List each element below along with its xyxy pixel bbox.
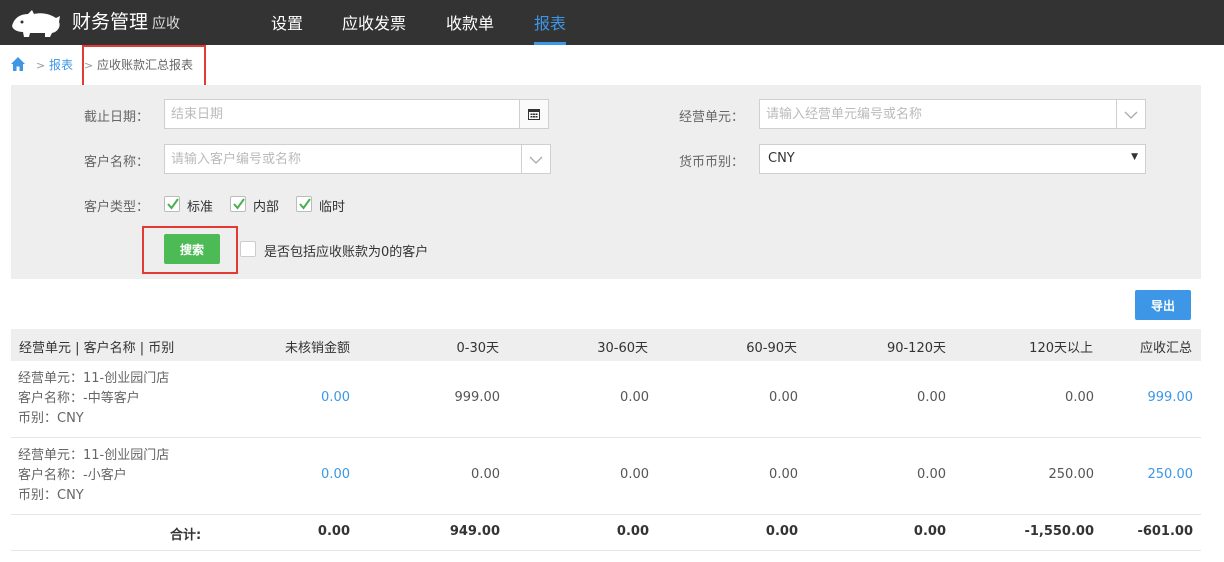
checkmark-icon bbox=[233, 198, 245, 210]
col-header-unit-customer-currency: 经营单元 | 客户名称 | 币别 bbox=[19, 341, 175, 356]
business-unit-input[interactable] bbox=[760, 100, 1116, 128]
business-unit-dropdown-toggle[interactable] bbox=[1116, 100, 1145, 128]
type-standard-label: 标准 bbox=[187, 200, 214, 215]
row-currency: 币别：CNY bbox=[18, 488, 84, 503]
total-over-120: -1,550.00 bbox=[1024, 524, 1094, 539]
business-unit-field bbox=[759, 99, 1146, 129]
row-customer: 客户名称：-小客户 bbox=[18, 468, 127, 483]
breadcrumb: > 报表 bbox=[36, 56, 73, 74]
row-currency: 币别：CNY bbox=[18, 411, 84, 426]
row-over-120-value: 250.00 bbox=[1048, 467, 1095, 482]
row-total-link[interactable]: 999.00 bbox=[1148, 390, 1194, 405]
breadcrumb-separator: > bbox=[36, 59, 46, 72]
nav-receipt[interactable]: 收款单 bbox=[446, 0, 494, 45]
col-header-receivable-total: 应收汇总 bbox=[1139, 341, 1192, 356]
calendar-button[interactable] bbox=[519, 100, 548, 128]
type-internal-label: 内部 bbox=[253, 200, 280, 215]
row-0-30-value: 999.00 bbox=[454, 390, 501, 405]
currency-label: 货币币别： bbox=[679, 155, 745, 170]
row-0-30-value: 0.00 bbox=[471, 467, 500, 482]
include-zero-checkbox[interactable] bbox=[240, 241, 256, 257]
rhino-logo-icon bbox=[12, 10, 60, 37]
row-divider bbox=[11, 514, 1201, 515]
total-0-30: 949.00 bbox=[449, 524, 500, 539]
customer-name-field bbox=[164, 144, 551, 174]
top-navbar: 财务管理 应收 设置 应收发票 收款单 报表 bbox=[0, 0, 1224, 45]
row-divider bbox=[11, 437, 1201, 438]
row-total-link[interactable]: 250.00 bbox=[1148, 467, 1194, 482]
total-60-90: 0.00 bbox=[765, 524, 798, 539]
row-30-60-value: 0.00 bbox=[620, 390, 649, 405]
col-header-unverified-amount: 未核销金额 bbox=[284, 341, 350, 356]
brand-title: 财务管理 bbox=[72, 11, 149, 33]
highlight-box-search bbox=[142, 226, 238, 274]
business-unit-label: 经营单元： bbox=[679, 110, 745, 125]
chevron-down-icon bbox=[529, 156, 543, 164]
row-unit: 经营单元：11-创业园门店 bbox=[18, 371, 170, 386]
col-header-60-90-days: 60-90天 bbox=[746, 341, 797, 356]
row-90-120-value: 0.00 bbox=[917, 467, 946, 482]
col-header-over-120-days: 120天以上 bbox=[1029, 341, 1093, 356]
total-receivable: -601.00 bbox=[1137, 524, 1193, 539]
customer-name-label: 客户名称： bbox=[84, 155, 150, 170]
cutoff-date-field bbox=[164, 99, 549, 129]
col-header-90-120-days: 90-120天 bbox=[886, 341, 946, 356]
highlight-box-breadcrumb bbox=[82, 45, 206, 89]
calendar-icon bbox=[528, 109, 540, 120]
select-caret-icon: ▼ bbox=[1131, 152, 1138, 162]
row-divider bbox=[11, 550, 1201, 551]
type-temporary-checkbox[interactable] bbox=[296, 196, 312, 212]
cutoff-date-input[interactable] bbox=[165, 100, 519, 128]
type-internal-checkbox[interactable] bbox=[230, 196, 246, 212]
include-zero-label: 是否包括应收账款为0的客户 bbox=[264, 245, 429, 260]
total-90-120: 0.00 bbox=[913, 524, 946, 539]
total-label: 合计: bbox=[170, 528, 202, 543]
row-customer: 客户名称：-中等客户 bbox=[18, 391, 140, 406]
row-60-90-value: 0.00 bbox=[769, 390, 798, 405]
checkmark-icon bbox=[299, 198, 311, 210]
table-header: 经营单元 | 客户名称 | 币别 未核销金额 0-30天 30-60天 60-9… bbox=[11, 329, 1201, 361]
app-brand: 财务管理 应收 bbox=[72, 10, 180, 36]
row-unverified-amount-link[interactable]: 0.00 bbox=[321, 467, 350, 482]
breadcrumb-reports-link[interactable]: 报表 bbox=[49, 58, 73, 72]
checkmark-icon bbox=[167, 198, 179, 210]
cutoff-date-label: 截止日期： bbox=[84, 110, 150, 125]
customer-type-label: 客户类型： bbox=[84, 200, 150, 215]
row-unit: 经营单元：11-创业园门店 bbox=[18, 448, 170, 463]
currency-select[interactable]: CNY ▼ bbox=[759, 144, 1146, 174]
col-header-30-60-days: 30-60天 bbox=[597, 341, 648, 356]
nav-reports[interactable]: 报表 bbox=[534, 0, 567, 45]
nav-receivable-invoice[interactable]: 应收发票 bbox=[342, 0, 406, 45]
export-button[interactable]: 导出 bbox=[1135, 290, 1191, 320]
currency-selected-value: CNY bbox=[768, 151, 795, 166]
nav-settings[interactable]: 设置 bbox=[271, 0, 303, 45]
row-over-120-value: 0.00 bbox=[1065, 390, 1094, 405]
customer-name-input[interactable] bbox=[165, 145, 521, 173]
col-header-0-30-days: 0-30天 bbox=[456, 341, 499, 356]
row-90-120-value: 0.00 bbox=[917, 390, 946, 405]
chevron-down-icon bbox=[1124, 111, 1138, 119]
customer-dropdown-toggle[interactable] bbox=[521, 145, 550, 173]
row-unverified-amount-link[interactable]: 0.00 bbox=[321, 390, 350, 405]
type-standard-checkbox[interactable] bbox=[164, 196, 180, 212]
home-icon[interactable] bbox=[10, 56, 26, 72]
row-30-60-value: 0.00 bbox=[620, 467, 649, 482]
total-30-60: 0.00 bbox=[616, 524, 649, 539]
total-unverified-amount: 0.00 bbox=[317, 524, 350, 539]
row-60-90-value: 0.00 bbox=[769, 467, 798, 482]
type-temporary-label: 临时 bbox=[319, 200, 346, 215]
brand-subtitle: 应收 bbox=[152, 16, 181, 32]
